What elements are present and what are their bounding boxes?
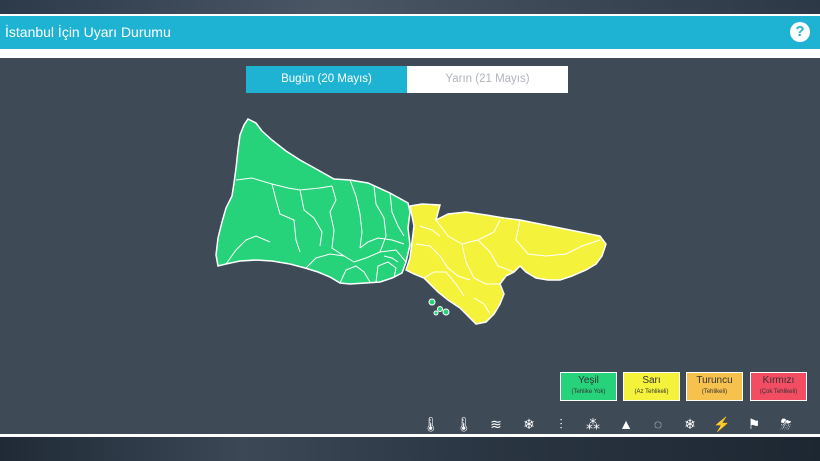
legend-green-label: Yeşil	[578, 375, 599, 386]
help-icon[interactable]: ?	[790, 22, 810, 42]
header-bar: İstanbul İçin Uyarı Durumu ?	[0, 16, 820, 49]
dust-icon[interactable]: ◌	[647, 414, 669, 434]
rainstorm-icon[interactable]: ⛈	[775, 414, 797, 434]
cold-temperature-icon[interactable]: 🌡	[420, 414, 442, 434]
princes-islands	[428, 298, 450, 316]
fog-icon[interactable]: ≋	[485, 414, 507, 434]
wind-icon[interactable]: ⚑	[743, 414, 765, 434]
hail-icon[interactable]: ⁂	[582, 414, 604, 434]
rain-icon[interactable]: ⫶	[550, 414, 572, 434]
snow-ice-icon[interactable]: ❄	[518, 414, 540, 434]
asian-side-region[interactable]	[405, 203, 607, 325]
european-side-region[interactable]	[215, 118, 411, 285]
background-photo-top	[0, 0, 820, 14]
legend-red-label: Kırmızı	[762, 375, 795, 386]
lightning-icon[interactable]: ⚡	[711, 414, 733, 434]
snowflake-icon[interactable]: ❄	[679, 414, 701, 434]
legend-yellow: Sarı (Az Tehlikeli)	[623, 372, 680, 401]
page-title: İstanbul İçin Uyarı Durumu	[5, 24, 171, 40]
legend-yellow-label: Sarı	[642, 375, 661, 386]
legend-red-sub: (Çok Tehlikeli)	[759, 389, 798, 395]
avalanche-icon[interactable]: ▲	[615, 414, 637, 434]
legend-yellow-sub: (Az Tehlikeli)	[634, 389, 669, 395]
background-photo-bottom	[0, 437, 820, 461]
legend-orange: Turuncu (Tehlikeli)	[686, 372, 743, 401]
warning-panel: Bugün (20 Mayıs) Yarın (21 Mayıs) Yeşil …	[0, 58, 820, 434]
legend-orange-label: Turuncu	[696, 375, 733, 386]
legend-red: Kırmızı (Çok Tehlikeli)	[750, 372, 807, 401]
legend-orange-sub: (Tehlikeli)	[701, 389, 728, 395]
legend-green: Yeşil (Tehlike Yok)	[560, 372, 617, 401]
hot-temperature-icon[interactable]: 🌡	[453, 414, 475, 434]
legend-green-sub: (Tehlike Yok)	[571, 389, 606, 395]
